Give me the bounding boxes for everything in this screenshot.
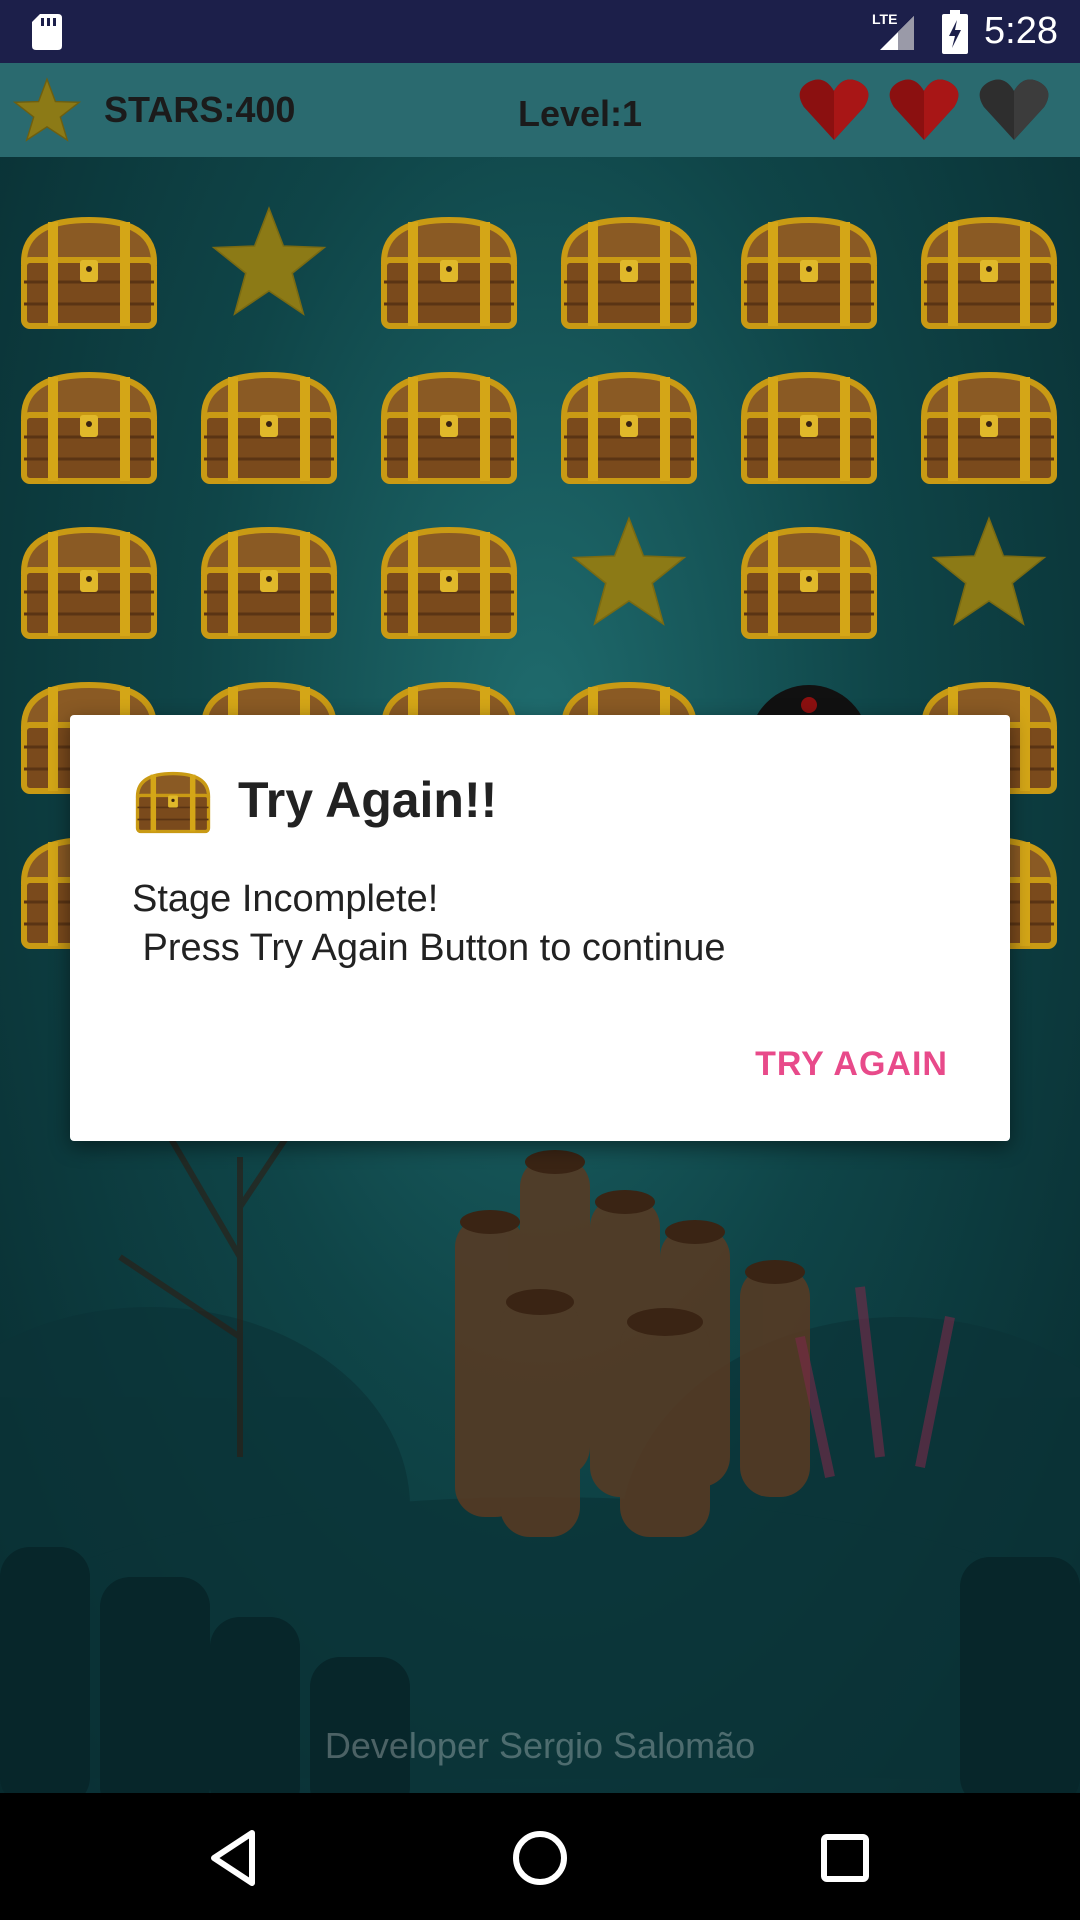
sd-card-icon: [32, 14, 62, 50]
treasure-chest-tile[interactable]: [14, 212, 164, 332]
treasure-chest-tile[interactable]: [194, 367, 344, 487]
home-icon[interactable]: [505, 1823, 575, 1893]
treasure-chest-tile[interactable]: [914, 212, 1064, 332]
game-header: STARS:400 Level:1: [0, 63, 1080, 157]
treasure-chest-tile[interactable]: [374, 367, 524, 487]
star-tile[interactable]: [914, 512, 1064, 632]
navigation-bar: [0, 1793, 1080, 1920]
dialog-title: Try Again!!: [238, 772, 498, 828]
star-icon: [12, 77, 82, 142]
clock: 5:28: [984, 10, 1058, 52]
treasure-chest-tile[interactable]: [734, 367, 884, 487]
developer-credit: Developer Sergio Salomão: [324, 1725, 756, 1766]
recents-icon[interactable]: [810, 1823, 880, 1893]
treasure-chest-icon: [135, 771, 211, 834]
treasure-chest-tile[interactable]: [14, 522, 164, 642]
treasure-chest-tile[interactable]: [374, 212, 524, 332]
lives: [798, 73, 1050, 145]
try-again-button[interactable]: TRY AGAIN: [755, 1045, 948, 1084]
treasure-chest-tile[interactable]: [194, 522, 344, 642]
treasure-chest-tile[interactable]: [554, 367, 704, 487]
heart-full-icon: [889, 79, 959, 140]
heart-full-icon: [799, 79, 869, 140]
dialog-message: Stage Incomplete! Press Try Again Button…: [132, 878, 726, 969]
status-bar: LTE 5:28: [0, 0, 1080, 63]
treasure-chest-tile[interactable]: [374, 522, 524, 642]
back-icon[interactable]: [200, 1823, 270, 1893]
star-tile[interactable]: [194, 202, 344, 322]
heart-empty-icon: [979, 79, 1049, 140]
level-indicator: Level:1: [518, 93, 643, 134]
svg-text:LTE: LTE: [872, 11, 897, 27]
star-tile[interactable]: [554, 512, 704, 632]
try-again-dialog: Try Again!! Stage Incomplete! Press Try …: [70, 715, 1010, 1141]
treasure-chest-tile[interactable]: [734, 212, 884, 332]
treasure-chest-tile[interactable]: [554, 212, 704, 332]
treasure-chest-tile[interactable]: [734, 522, 884, 642]
treasure-chest-tile[interactable]: [14, 367, 164, 487]
treasure-chest-tile[interactable]: [914, 367, 1064, 487]
battery-charging-icon: [942, 9, 969, 54]
stars-counter: STARS:400: [104, 89, 296, 130]
lte-signal-icon: LTE: [872, 11, 915, 50]
